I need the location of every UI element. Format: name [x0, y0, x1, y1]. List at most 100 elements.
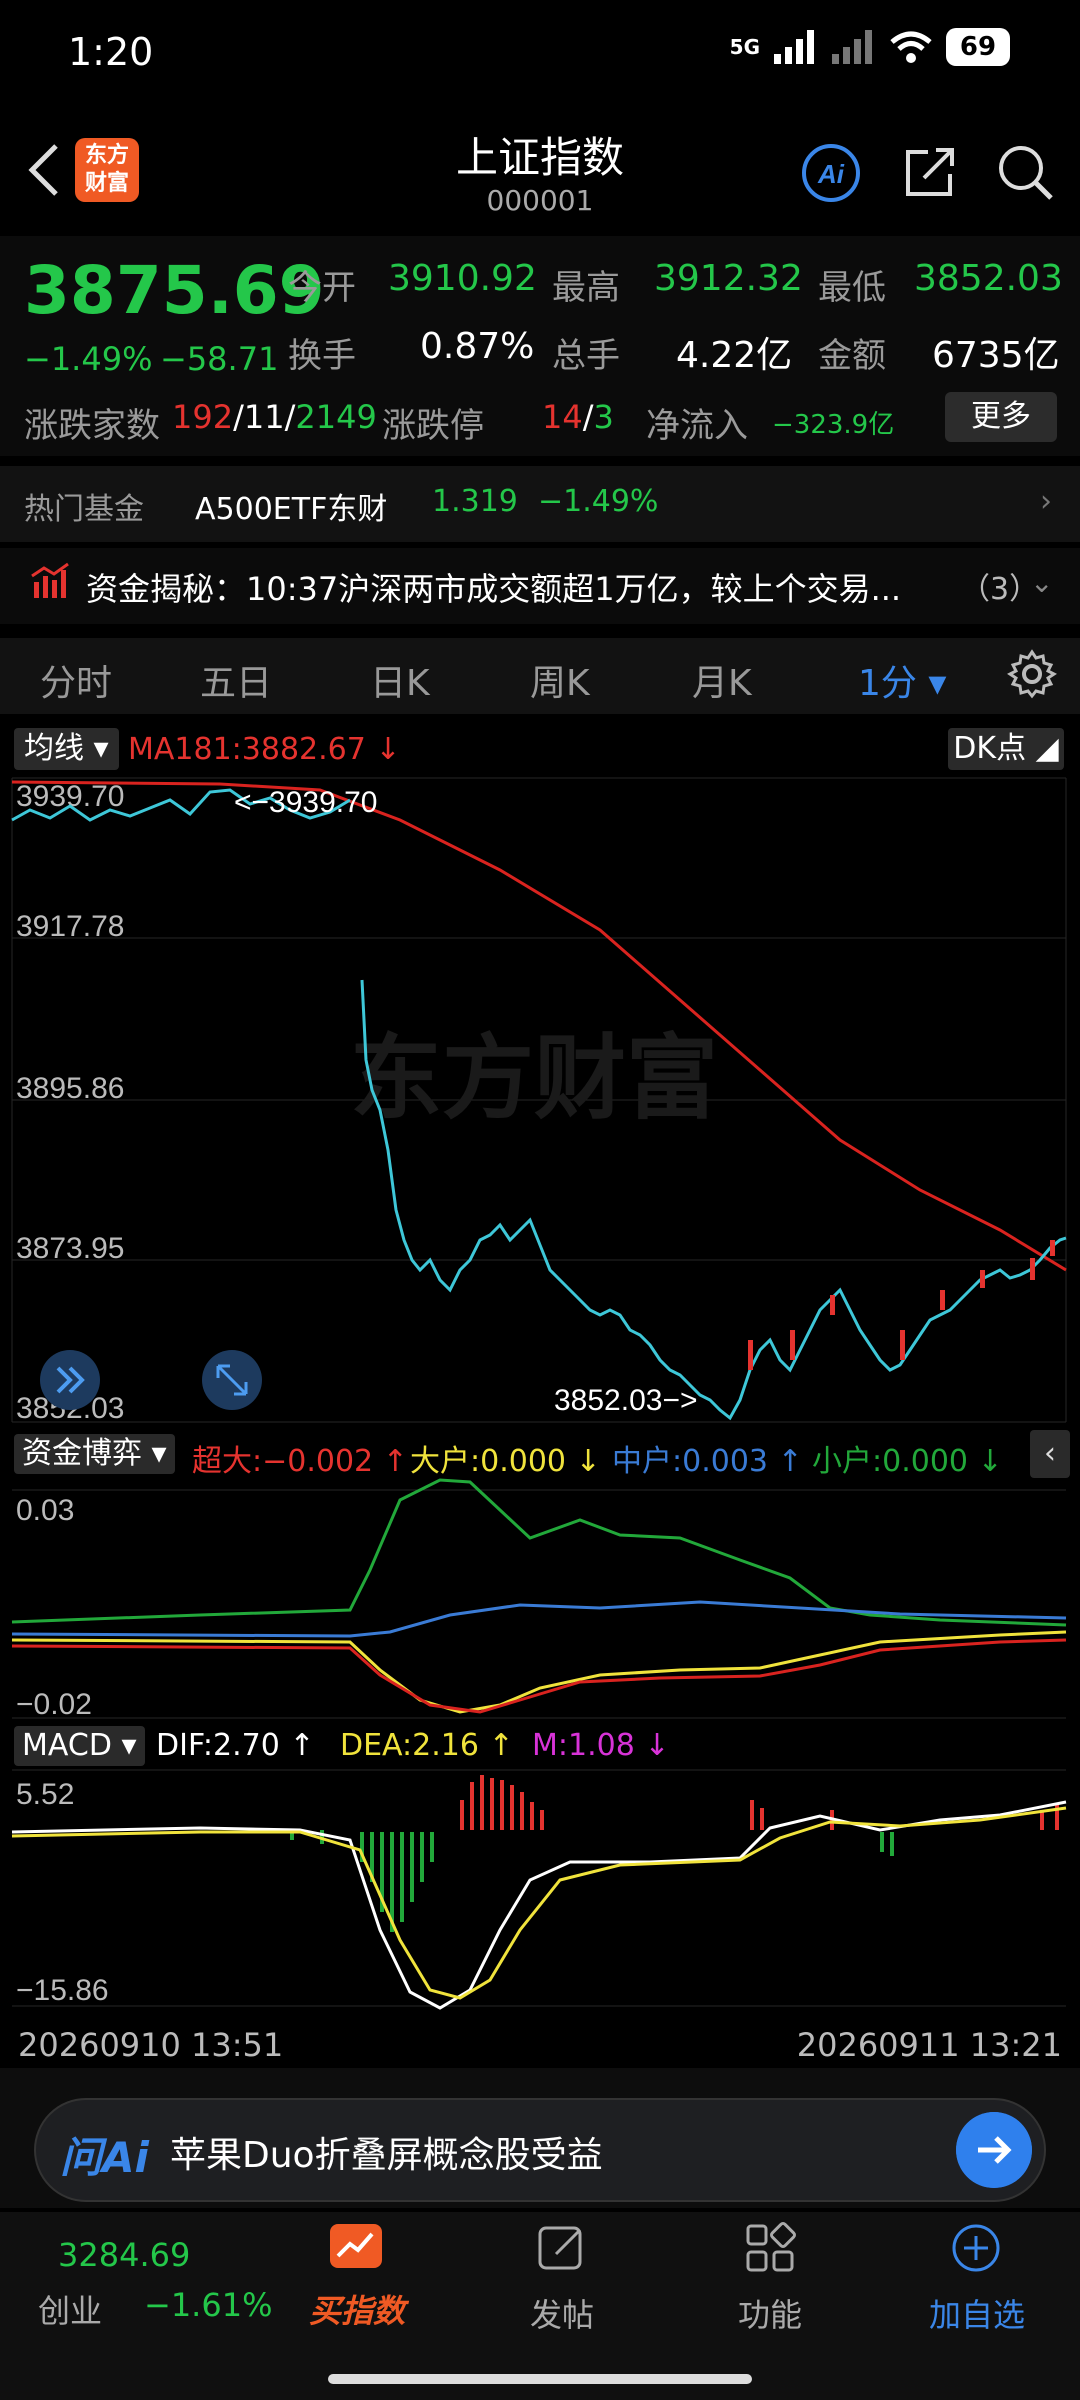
inflow-value: −323.9亿 — [772, 410, 895, 440]
network-label: 5G — [729, 35, 760, 59]
nav-buy-index[interactable]: 买指数 — [292, 2286, 422, 2332]
low-marker: 3852.03−> — [554, 1384, 697, 1417]
tab-five-day[interactable]: 五日 — [200, 654, 272, 706]
tab-monthly-k[interactable]: 月K — [692, 654, 752, 706]
limit-label: 涨跌停 — [382, 406, 484, 446]
macd-histogram — [290, 1775, 1059, 1932]
buy-index-icon[interactable] — [328, 2222, 384, 2274]
svg-text:Ai: Ai — [817, 159, 845, 189]
tab-intraday[interactable]: 分时 — [40, 654, 112, 706]
flat-count: 11 — [243, 398, 285, 436]
home-indicator[interactable] — [328, 2374, 752, 2384]
fund-y-bottom: −0.02 — [16, 1688, 92, 1721]
chart-svg: 东方财富 3939.70 3917.78 3895.86 3873.95 385… — [11, 777, 1067, 2010]
ask-ai-logo: 问Ai — [60, 2133, 149, 2182]
low-value: 3852.03 — [914, 258, 1063, 299]
open-value: 3910.92 — [388, 258, 537, 299]
nav-index-change: −1.61% — [144, 2286, 273, 2324]
collapse-icon[interactable]: ‹ — [1030, 1430, 1070, 1478]
chevron-right-icon[interactable]: › — [1040, 484, 1052, 519]
expand-sidebar-icon[interactable] — [40, 1350, 100, 1410]
volume-value: 4.22亿 — [676, 335, 793, 376]
date-start: 20260910 13:51 — [18, 2026, 284, 2064]
y-tick: 3873.95 — [16, 1232, 124, 1265]
high-value: 3912.32 — [654, 258, 803, 299]
change-amount: −58.71 — [160, 340, 279, 378]
share-icon[interactable] — [900, 142, 960, 202]
post-icon[interactable] — [536, 2222, 588, 2274]
ask-ai-prompt: 苹果Duo折叠屏概念股受益 — [170, 2135, 603, 2176]
macd-y-bottom: −15.86 — [16, 1974, 109, 2007]
fund-panel-select[interactable]: 资金博弈 ▾ — [14, 1434, 175, 1474]
dif-value: DIF:2.70 ↑ — [156, 1728, 315, 1763]
current-price: 3875.69 — [24, 252, 325, 329]
large-value: 大户:0.000 ↓ — [410, 1444, 601, 1479]
medium-value: 中户:0.003 ↑ — [612, 1444, 803, 1479]
macd-panel-select[interactable]: MACD ▾ — [14, 1726, 145, 1766]
nav-index-name[interactable]: 创业 — [38, 2286, 102, 2332]
wifi-icon — [890, 31, 932, 63]
tab-daily-k[interactable]: 日K — [370, 654, 430, 706]
turnover-value: 0.87% — [420, 326, 535, 367]
fund-flow-icon — [31, 562, 69, 598]
more-button[interactable]: 更多 — [945, 392, 1057, 442]
fullscreen-icon[interactable] — [202, 1350, 262, 1410]
volume-label: 总手 — [552, 336, 620, 376]
macd-y-top: 5.52 — [16, 1778, 74, 1811]
y-tick: 3895.86 — [16, 1072, 124, 1105]
search-icon[interactable] — [995, 142, 1055, 202]
amount-label: 金额 — [818, 336, 886, 376]
dk-button[interactable]: DK点 ◢ — [948, 728, 1064, 770]
hot-fund-name: A500ETF东财 — [195, 492, 388, 527]
down-count: 2149 — [295, 398, 377, 436]
period-tabs: 分时 五日 日K 周K 月K 1分 ▾ — [0, 638, 1080, 714]
limit-down: 3 — [593, 398, 614, 436]
breadth-values: 192/11/2149 — [172, 398, 377, 436]
ma-select[interactable]: 均线 ▾ — [14, 728, 119, 770]
nav-index-price[interactable]: 3284.69 — [58, 2236, 190, 2274]
high-label: 最高 — [552, 268, 620, 308]
nav-add-watchlist[interactable]: 加自选 — [912, 2290, 1042, 2336]
large-holder-line — [11, 1630, 1067, 1714]
small-value: 小户:0.000 ↓ — [812, 1444, 1003, 1479]
small-holder-line — [11, 1478, 1067, 1627]
news-count: （3） — [960, 572, 1040, 607]
ai-assistant-icon[interactable]: Ai — [800, 142, 862, 204]
turnover-label: 换手 — [288, 336, 356, 376]
add-watchlist-icon[interactable] — [950, 2222, 1002, 2274]
gear-icon[interactable] — [1006, 648, 1058, 700]
tab-1min[interactable]: 1分 ▾ — [858, 654, 946, 706]
y-tick: 3917.78 — [16, 910, 124, 943]
amount-value: 6735亿 — [932, 335, 1060, 376]
battery-icon: 69 — [946, 28, 1010, 66]
high-marker: <−3939.70 — [234, 786, 377, 819]
function-grid-icon[interactable] — [744, 2222, 796, 2274]
dea-value: DEA:2.16 ↑ — [340, 1728, 514, 1763]
signal-icon — [774, 30, 814, 64]
chevron-down-icon[interactable]: ⌄ — [1030, 566, 1053, 599]
hot-fund-label: 热门基金 — [24, 492, 144, 527]
nav-function[interactable]: 功能 — [708, 2290, 832, 2336]
tab-weekly-k[interactable]: 周K — [530, 654, 590, 706]
low-label: 最低 — [818, 268, 886, 308]
signal2-icon — [832, 30, 872, 64]
news-headline: 资金揭秘：10:37沪深两市成交额超1万亿，较上个交易... — [86, 570, 902, 608]
fund-y-top: 0.03 — [16, 1494, 74, 1527]
y-tick: 3939.70 — [16, 780, 124, 813]
limit-values: 14/3 — [542, 398, 614, 436]
change-percent: −1.49% — [24, 340, 153, 378]
arrow-right-icon[interactable] — [956, 2112, 1032, 2188]
status-icons: 5G 69 — [730, 28, 1010, 66]
limit-up: 14 — [542, 398, 583, 436]
up-count: 192 — [172, 398, 234, 436]
open-label: 今开 — [288, 268, 356, 308]
ma-value: MA181:3882.67 ↓ — [128, 732, 401, 767]
hot-fund-price: 1.319 — [432, 484, 518, 519]
dea-line — [11, 1806, 1067, 2000]
super-large-line — [11, 1638, 1067, 1714]
breadth-label: 涨跌家数 — [24, 406, 160, 446]
super-large-value: 超大:−0.002 ↑ — [192, 1444, 408, 1479]
status-time: 1:20 — [68, 30, 154, 74]
hot-fund-change: −1.49% — [538, 484, 659, 519]
nav-post[interactable]: 发帖 — [500, 2290, 624, 2336]
